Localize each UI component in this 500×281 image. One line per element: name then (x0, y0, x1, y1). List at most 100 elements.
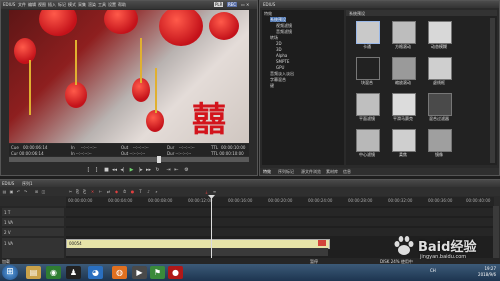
folder-icon[interactable]: ▤ (26, 266, 41, 279)
effect-item[interactable]: 缩放滚动 (386, 56, 420, 88)
track-header[interactable]: 1 VA (2, 238, 64, 258)
tab-sequence-markers[interactable]: 序列标记 (278, 169, 294, 175)
tree-item-selected[interactable]: 系统预设 (270, 17, 286, 22)
cut-icon[interactable]: ✂ (68, 189, 73, 194)
add-cut-icon[interactable]: ⊢ (98, 189, 103, 194)
stop-icon[interactable]: ■ (103, 167, 110, 173)
tab-bin[interactable]: 素材库 (326, 169, 338, 175)
effect-item[interactable]: 方格滚动 (386, 20, 420, 52)
menu-marker[interactable]: 标记 (58, 2, 66, 8)
scrub-handle[interactable] (157, 156, 161, 163)
track-header[interactable]: 2 V (2, 228, 64, 236)
edius-icon[interactable]: ▶ (132, 266, 147, 279)
effect-item[interactable]: 混合过滤器 (422, 92, 456, 124)
menu-edit[interactable]: 编辑 (28, 2, 36, 8)
render-icon[interactable]: ● (130, 189, 135, 194)
tree-item[interactable]: 音频淡入淡出 (270, 71, 294, 76)
track-lane (66, 218, 494, 226)
clock[interactable]: 19:27 2018/9/6 (466, 266, 496, 278)
menu-insert[interactable]: 插入 (48, 2, 56, 8)
scrub-bar[interactable] (9, 156, 249, 163)
playhead[interactable] (211, 197, 212, 261)
tree-item[interactable]: GPU (276, 65, 284, 70)
tree-item[interactable]: Alpha (276, 53, 287, 58)
ripple-icon[interactable]: ⇄ (106, 189, 111, 194)
menu-help[interactable]: 帮助 (118, 2, 126, 8)
menu-file[interactable]: 文件 (18, 2, 26, 8)
snap-icon[interactable]: ◫ (41, 189, 46, 194)
firefox-icon[interactable]: ◍ (112, 266, 127, 279)
effect-item[interactable]: 中心滤镜 (350, 128, 384, 160)
penguin-icon[interactable]: ◕ (88, 266, 103, 279)
effect-item[interactable]: 平面滤镜 (350, 92, 384, 124)
paste-icon[interactable]: ⎗ (82, 189, 87, 194)
tab-effects[interactable]: 特效 (263, 169, 271, 175)
tree-item[interactable]: 视频滤镜 (276, 23, 292, 28)
gallery-scrollbar[interactable] (490, 18, 495, 163)
tree-item[interactable]: 特效 (264, 11, 272, 16)
marker-icon[interactable]: ◆ (114, 189, 119, 194)
tab-info[interactable]: 信息 (343, 169, 351, 175)
fast-forward-icon[interactable]: ▸▸ (145, 167, 152, 173)
effect-item[interactable]: 块混合 (350, 56, 384, 88)
tree-item[interactable]: 3D (276, 47, 282, 52)
tray-language[interactable]: CH (430, 268, 436, 273)
loop-icon[interactable]: ↻ (154, 167, 161, 173)
rec-mode-button[interactable]: REC (227, 2, 238, 7)
qq-icon[interactable]: ♟ (66, 266, 81, 279)
effect-item[interactable]: 柔焦 (386, 128, 420, 160)
effect-item[interactable]: 卡通 (350, 20, 384, 52)
menu-tools[interactable]: 工具 (98, 2, 106, 8)
menu-view[interactable]: 视图 (38, 2, 46, 8)
track-header[interactable]: 1 T (2, 208, 64, 216)
track-header[interactable]: 1 VA (2, 218, 64, 226)
window-controls[interactable]: ▭ ✕ (241, 2, 249, 7)
speed-icon[interactable]: ⏱ (122, 189, 127, 194)
tree-item[interactable]: SMPTE (276, 59, 289, 64)
menu-mode[interactable]: 模式 (68, 2, 76, 8)
folder-icon[interactable]: ▤ (2, 189, 7, 194)
effect-item[interactable]: 平滑马赛克 (386, 92, 420, 124)
tree-item[interactable]: 字幕混合 (270, 77, 286, 82)
timeline-ruler[interactable]: 00:00:00:00 00:00:04:00 00:00:08:00 00:0… (66, 197, 494, 206)
tree-item[interactable]: 键 (270, 83, 274, 88)
menu-settings[interactable]: 设置 (108, 2, 116, 8)
insert-icon[interactable]: ⇥ (165, 167, 172, 173)
tree-item[interactable]: 音频滤镜 (276, 29, 292, 34)
flag-icon[interactable]: ⚑ (150, 266, 165, 279)
menu-render[interactable]: 渲染 (88, 2, 96, 8)
audio-icon[interactable]: ♪ (146, 189, 151, 194)
ruler-tick: 00:00:16:00 (228, 198, 253, 203)
prev-frame-icon[interactable]: ◂| (119, 167, 126, 173)
zoom-icon[interactable]: ⌕ (154, 189, 159, 194)
effect-label: 混合过滤器 (429, 116, 449, 121)
play-icon[interactable]: ▶ (128, 167, 135, 173)
delete-icon[interactable]: ✕ (90, 189, 95, 194)
overwrite-icon[interactable]: ⇤ (173, 167, 180, 173)
plr-mode-button[interactable]: PLR (214, 2, 224, 7)
settings-icon[interactable]: ⚙ (183, 167, 190, 173)
redo-icon[interactable]: ↷ (23, 189, 28, 194)
menu-capture[interactable]: 采集 (78, 2, 86, 8)
mode-icon[interactable]: ⊞ (34, 189, 39, 194)
export-icon[interactable]: ⤓ (204, 189, 209, 194)
set-out-icon[interactable]: ] (93, 167, 100, 173)
effect-item[interactable]: 镜像 (422, 128, 456, 160)
browser-icon[interactable]: ◉ (46, 266, 61, 279)
effect-item[interactable]: 虚线框 (422, 56, 456, 88)
title-icon[interactable]: T (138, 189, 143, 194)
in-time-2: In --:--:--:-- (71, 151, 92, 156)
rewind-icon[interactable]: ◂◂ (111, 167, 118, 173)
undo-icon[interactable]: ↶ (16, 189, 21, 194)
save-icon[interactable]: ▣ (9, 189, 14, 194)
next-frame-icon[interactable]: |▸ (137, 167, 144, 173)
start-button[interactable]: ⊞ (2, 265, 18, 280)
menu-icon[interactable]: ≡ (212, 189, 217, 194)
set-in-icon[interactable]: [ (85, 167, 92, 173)
effect-item[interactable]: 动态模糊 (422, 20, 456, 52)
tree-item[interactable]: 转场 (270, 35, 278, 40)
tree-item[interactable]: 2D (276, 41, 282, 46)
copy-icon[interactable]: ⎘ (75, 189, 80, 194)
tab-source-browser[interactable]: 源文件浏览 (301, 169, 321, 175)
record-icon[interactable]: ● (168, 266, 183, 279)
